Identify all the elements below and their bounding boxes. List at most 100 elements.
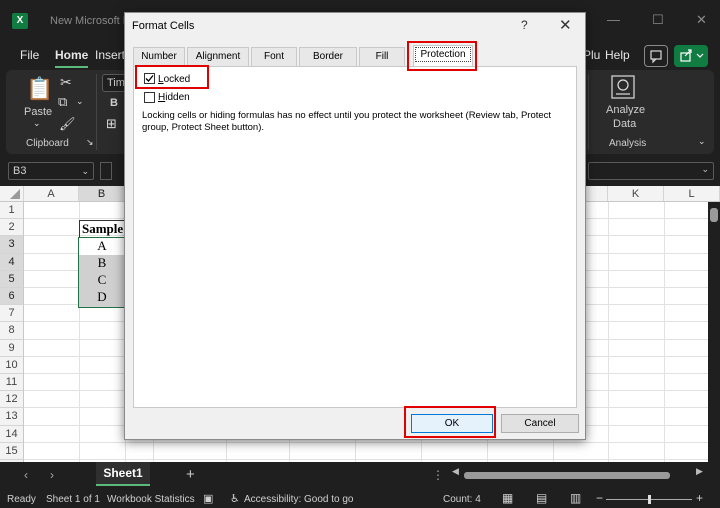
menu-home[interactable]: Home xyxy=(55,48,89,68)
page-break-preview-icon[interactable]: ▥ xyxy=(570,491,581,505)
cell-b2[interactable]: Sample xyxy=(79,220,125,237)
analyze-label-1[interactable]: Analyze xyxy=(606,104,645,116)
normal-view-icon[interactable]: ▦ xyxy=(502,491,513,505)
grid-row-line xyxy=(24,441,720,443)
row-header-6[interactable]: 6 xyxy=(0,288,24,306)
hidden-label-text: idden xyxy=(165,92,190,103)
zoom-in-icon[interactable]: + xyxy=(696,491,703,505)
formula-input[interactable]: ⌄ xyxy=(588,162,714,180)
column-header-l[interactable]: L xyxy=(664,186,720,202)
tab-fill[interactable]: Fill xyxy=(359,47,405,66)
status-count: Count: 4 xyxy=(443,494,481,505)
next-sheet-icon[interactable]: › xyxy=(50,468,54,482)
macro-recording-icon[interactable]: ▣ xyxy=(203,492,213,505)
help-icon[interactable]: ? xyxy=(521,18,528,32)
copy-icon[interactable]: ⧉ xyxy=(58,94,67,110)
page-layout-icon[interactable]: ▤ xyxy=(536,491,547,505)
row-header-1[interactable]: 1 xyxy=(0,202,24,220)
scroll-left-icon[interactable]: ◀ xyxy=(452,466,459,477)
close-window-icon[interactable]: ✕ xyxy=(696,12,707,28)
row-header-14[interactable]: 14 xyxy=(0,425,24,443)
cancel-button[interactable]: Cancel xyxy=(501,414,579,433)
row-header-15[interactable]: 15 xyxy=(0,442,24,460)
dialog-title: Format Cells xyxy=(132,20,195,32)
hidden-checkbox[interactable] xyxy=(144,92,155,103)
menu-insert[interactable]: Insert xyxy=(95,48,125,62)
tab-border[interactable]: Border xyxy=(299,47,357,66)
row-header-2[interactable]: 2 xyxy=(0,219,24,237)
add-sheet-icon[interactable]: + xyxy=(186,466,195,483)
menu-file[interactable]: File xyxy=(20,48,39,62)
row-header-13[interactable]: 13 xyxy=(0,408,24,426)
accessibility-icon[interactable]: ♿ xyxy=(230,492,240,505)
row-header-12[interactable]: 12 xyxy=(0,391,24,409)
hidden-label[interactable]: Hidden xyxy=(158,92,190,103)
row-header-11[interactable]: 11 xyxy=(0,374,24,392)
select-all-corner[interactable] xyxy=(0,186,24,202)
horizontal-scrollbar[interactable]: ◀ ▶ xyxy=(452,466,710,481)
name-box-dropdown-icon[interactable]: ⌄ xyxy=(81,163,89,179)
grid-row-line xyxy=(24,459,720,460)
tab-font[interactable]: Font xyxy=(251,47,297,66)
row-header-8[interactable]: 8 xyxy=(0,322,24,340)
dialog-tab-strip: Number Alignment Font Border Fill Protec… xyxy=(133,45,577,67)
vertical-scroll-thumb[interactable] xyxy=(710,208,718,222)
format-painter-icon[interactable]: 🖌 xyxy=(59,116,76,132)
row-header-5[interactable]: 5 xyxy=(0,270,24,288)
zoom-slider[interactable] xyxy=(606,495,692,504)
cell-b4[interactable]: B xyxy=(79,255,125,272)
bold-icon[interactable]: B xyxy=(110,97,118,109)
scroll-right-icon[interactable]: ▶ xyxy=(696,466,703,477)
column-header-b[interactable]: B xyxy=(79,186,125,202)
column-header-a[interactable]: A xyxy=(24,186,79,202)
grid-column-line xyxy=(664,202,665,462)
analyze-label-2[interactable]: Data xyxy=(613,118,636,130)
cell-b5[interactable]: C xyxy=(79,272,125,289)
highlight-protection-tab xyxy=(407,41,477,71)
minimize-icon[interactable]: — xyxy=(607,12,620,27)
row-header-3[interactable]: 3 xyxy=(0,236,24,254)
clipboard-group-label: Clipboard xyxy=(26,138,69,149)
status-accessibility[interactable]: Accessibility: Good to go xyxy=(244,494,354,505)
horizontal-scroll-thumb[interactable] xyxy=(464,472,670,479)
more-options-icon[interactable]: ⋮ xyxy=(432,468,444,482)
row-header-4[interactable]: 4 xyxy=(0,253,24,271)
borders-icon[interactable]: ⊞ xyxy=(106,116,117,132)
prev-sheet-icon[interactable]: ‹ xyxy=(24,468,28,482)
collapse-ribbon-icon[interactable]: ⌄ xyxy=(698,136,706,147)
cut-icon[interactable]: ✂ xyxy=(60,74,72,91)
zoom-slider-thumb[interactable] xyxy=(648,495,651,504)
group-divider xyxy=(96,74,97,150)
clipboard-launcher-icon[interactable]: ↘ xyxy=(86,137,94,148)
cell-b6[interactable]: D xyxy=(79,289,125,307)
tab-alignment[interactable]: Alignment xyxy=(187,47,249,66)
row-header-10[interactable]: 10 xyxy=(0,356,24,374)
cell-b3[interactable]: A xyxy=(79,238,125,255)
comment-icon xyxy=(650,50,662,64)
highlight-locked-checkbox xyxy=(135,65,209,89)
dialog-close-icon[interactable]: ✕ xyxy=(559,16,572,34)
row-header-9[interactable]: 9 xyxy=(0,339,24,357)
formula-expand-icon[interactable]: ⌄ xyxy=(701,164,709,175)
name-box[interactable]: B3 ⌄ xyxy=(8,162,94,180)
analyze-data-icon[interactable] xyxy=(610,74,636,100)
highlight-ok-button xyxy=(404,406,496,438)
comments-button[interactable] xyxy=(644,45,668,67)
menu-help[interactable]: Help xyxy=(605,48,630,62)
share-button[interactable] xyxy=(674,45,708,67)
paste-dropdown-icon[interactable]: ⌄ xyxy=(33,118,41,129)
paste-label[interactable]: Paste xyxy=(24,106,52,118)
copy-dropdown-icon[interactable]: ⌄ xyxy=(76,96,84,107)
sheet-tab-sheet1[interactable]: Sheet1 xyxy=(96,462,150,486)
status-workbook-stats[interactable]: Workbook Statistics xyxy=(107,494,195,505)
vertical-scrollbar[interactable] xyxy=(708,202,720,462)
app-title: New Microsoft E xyxy=(50,15,131,27)
formula-fx-area[interactable] xyxy=(100,162,112,180)
column-header-k[interactable]: K xyxy=(608,186,664,202)
zoom-out-icon[interactable]: − xyxy=(596,491,603,505)
status-ready: Ready xyxy=(7,494,36,505)
row-header-7[interactable]: 7 xyxy=(0,305,24,323)
tab-number[interactable]: Number xyxy=(133,47,185,66)
maximize-icon[interactable]: ☐ xyxy=(652,12,664,28)
paste-icon[interactable]: 📋 xyxy=(26,76,53,102)
